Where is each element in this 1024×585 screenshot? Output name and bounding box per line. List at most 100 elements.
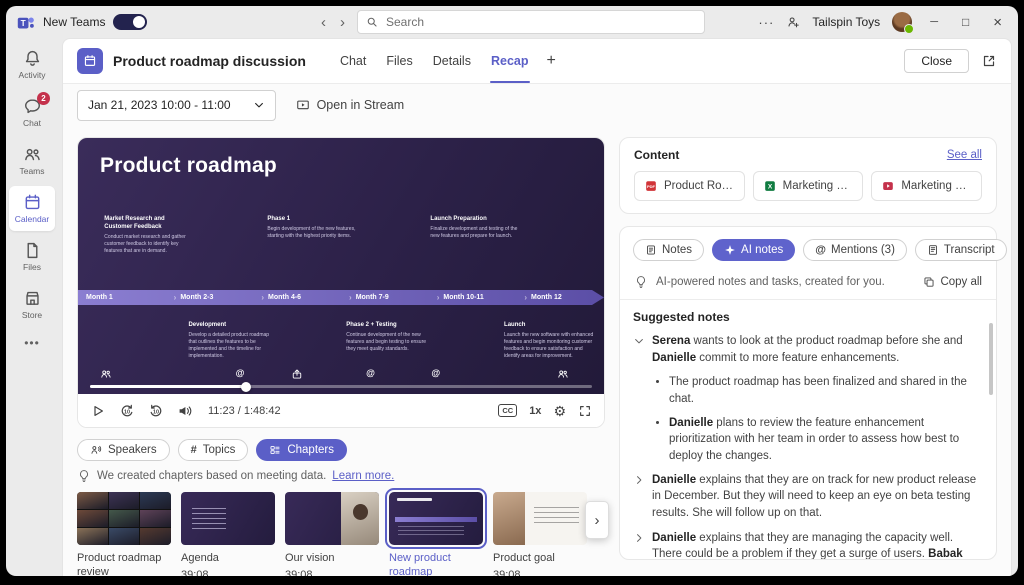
video-player[interactable]: Product roadmap Market Research and Cust… [77, 137, 605, 428]
stream-icon [296, 98, 310, 112]
open-in-stream-button[interactable]: Open in Stream [296, 98, 405, 112]
rewind-10-icon[interactable]: 10 [119, 403, 135, 419]
playback-speed-button[interactable]: 1x [529, 405, 541, 417]
notes-tab-ai-notes[interactable]: AI notes [712, 239, 795, 261]
learn-more-link[interactable]: Learn more. [332, 470, 394, 482]
chapter-thumbnail[interactable]: New product roadmap39:08 [389, 492, 483, 576]
person-add-icon[interactable] [786, 15, 800, 29]
chapter-thumbnail-image[interactable] [181, 492, 275, 545]
main-panel: Product roadmap discussion ChatFilesDeta… [62, 38, 1012, 576]
people-icon[interactable] [100, 368, 112, 380]
timeline-chevron-icon: › [261, 293, 264, 302]
svg-text:10: 10 [153, 409, 159, 415]
chip-topics[interactable]: #Topics [178, 439, 249, 461]
notes-tab-mentions-3-[interactable]: @Mentions (3) [803, 239, 907, 261]
seek-handle[interactable] [241, 382, 251, 392]
popout-icon[interactable] [981, 53, 997, 69]
notes-tab-notes[interactable]: Notes [633, 239, 704, 261]
minimize-button[interactable]: ─ [924, 15, 944, 30]
slide-phase-body: Continue development of the new features… [346, 332, 435, 353]
at-icon: @ [815, 244, 826, 256]
tab-files[interactable]: Files [376, 39, 422, 83]
presenter-block [341, 492, 379, 545]
tab-recap[interactable]: Recap [481, 39, 539, 83]
settings-gear-icon[interactable]: ⚙ [553, 404, 566, 418]
sidebar-item-store[interactable]: Store [9, 282, 55, 327]
chip-speakers[interactable]: Speakers [77, 439, 170, 461]
chapters-note: We created chapters based on meeting dat… [77, 469, 605, 483]
content-file-card[interactable]: XMarketing budget... [753, 171, 864, 201]
share-icon[interactable] [291, 368, 303, 380]
sidebar-items: ActivityChat2TeamsCalendarFiles Store [9, 42, 55, 327]
copy-all-button[interactable]: Copy all [923, 276, 982, 288]
chapter-thumbnail[interactable]: Product goal39:08 [493, 492, 587, 576]
at-icon[interactable]: @ [366, 368, 375, 378]
sidebar-item-label: Store [22, 310, 42, 320]
notes-tab-transcript[interactable]: Transcript [915, 239, 1007, 261]
maximize-button[interactable]: □ [956, 14, 975, 30]
forward-icon[interactable]: › [338, 15, 347, 30]
file-name: Marketing budget... [783, 180, 854, 192]
next-chapters-button[interactable]: › [585, 501, 609, 539]
note-text-segment: The product roadmap has been finalized a… [669, 376, 967, 405]
date-range-dropdown[interactable]: Jan 21, 2023 10:00 - 11:00 [77, 90, 276, 121]
chevron-right-icon[interactable] [633, 474, 645, 486]
close-window-button[interactable]: × [987, 13, 1008, 32]
fullscreen-icon[interactable] [578, 404, 592, 418]
org-name[interactable]: Tailspin Toys [812, 15, 880, 29]
chevron-right-icon[interactable] [633, 532, 645, 544]
back-icon[interactable]: ‹ [319, 15, 328, 30]
ai-note-text: Serena wants to look at the product road… [652, 333, 980, 366]
content-file-card[interactable]: PDFProduct Roadmap... [634, 171, 745, 201]
chapter-thumbnail[interactable]: Product roadmap review39:08 [77, 492, 171, 576]
at-icon[interactable]: @ [431, 368, 440, 378]
avatar[interactable] [892, 12, 912, 32]
at-icon[interactable]: @ [236, 368, 245, 378]
slide-preview [389, 492, 483, 545]
chapter-thumbnail-image[interactable] [285, 492, 379, 545]
seek-bar[interactable] [90, 385, 592, 388]
content-file-card[interactable]: Marketing demo... [871, 171, 982, 201]
timeline-month-label: Month 12 [531, 294, 562, 301]
sidebar-item-activity[interactable]: Activity [9, 42, 55, 87]
timeline-month: Month 1 [78, 294, 166, 301]
file-icon [23, 241, 42, 260]
add-tab-button[interactable]: + [539, 52, 564, 70]
video-tile [77, 492, 108, 509]
chapter-thumbnail[interactable]: Our vision39:08 [285, 492, 379, 576]
tab-details[interactable]: Details [423, 39, 481, 83]
notes-scrollbar[interactable] [989, 323, 993, 395]
video-tile [140, 510, 171, 527]
chapter-thumbnail-image[interactable] [493, 492, 587, 545]
play-icon[interactable] [90, 403, 106, 419]
tab-chat[interactable]: Chat [330, 39, 376, 83]
chevron-down-icon[interactable] [633, 335, 645, 347]
new-teams-toggle[interactable] [113, 14, 147, 30]
sidebar-item-chat[interactable]: Chat2 [9, 90, 55, 135]
chapter-timestamp: 39:08 [285, 569, 379, 576]
player-controls: 10 10 11:23 / 1:48:42 CC 1x ⚙ [78, 394, 604, 427]
see-all-link[interactable]: See all [947, 149, 982, 161]
slide-phase-heading: Development [188, 322, 277, 330]
sidebar-item-teams[interactable]: Teams [9, 138, 55, 183]
search-input[interactable] [384, 14, 696, 30]
close-button[interactable]: Close [904, 49, 969, 73]
forward-10-icon[interactable]: 10 [148, 403, 164, 419]
people-icon[interactable] [557, 368, 569, 380]
slide-phase-heading: Launch Preparation [430, 216, 519, 224]
search-box[interactable] [357, 10, 705, 34]
more-icon[interactable]: ··· [758, 15, 774, 30]
chapter-thumbnail[interactable]: Agenda39:08 [181, 492, 275, 576]
hash-icon: # [191, 444, 197, 456]
sidebar-item-calendar[interactable]: Calendar [9, 186, 55, 231]
sidebar-item-files[interactable]: Files [9, 234, 55, 279]
video-tile [77, 510, 108, 527]
captions-button[interactable]: CC [498, 404, 517, 417]
content-files: PDFProduct Roadmap... XMarketing budget..… [634, 171, 982, 201]
chapter-thumbnail-image[interactable] [77, 492, 171, 545]
volume-icon[interactable] [177, 403, 193, 419]
sidebar-more-icon[interactable]: ••• [24, 336, 40, 350]
chapter-thumbnail-image[interactable] [389, 492, 483, 545]
content-card-header: Content See all [634, 148, 982, 162]
chip-chapters[interactable]: Chapters [256, 439, 347, 461]
